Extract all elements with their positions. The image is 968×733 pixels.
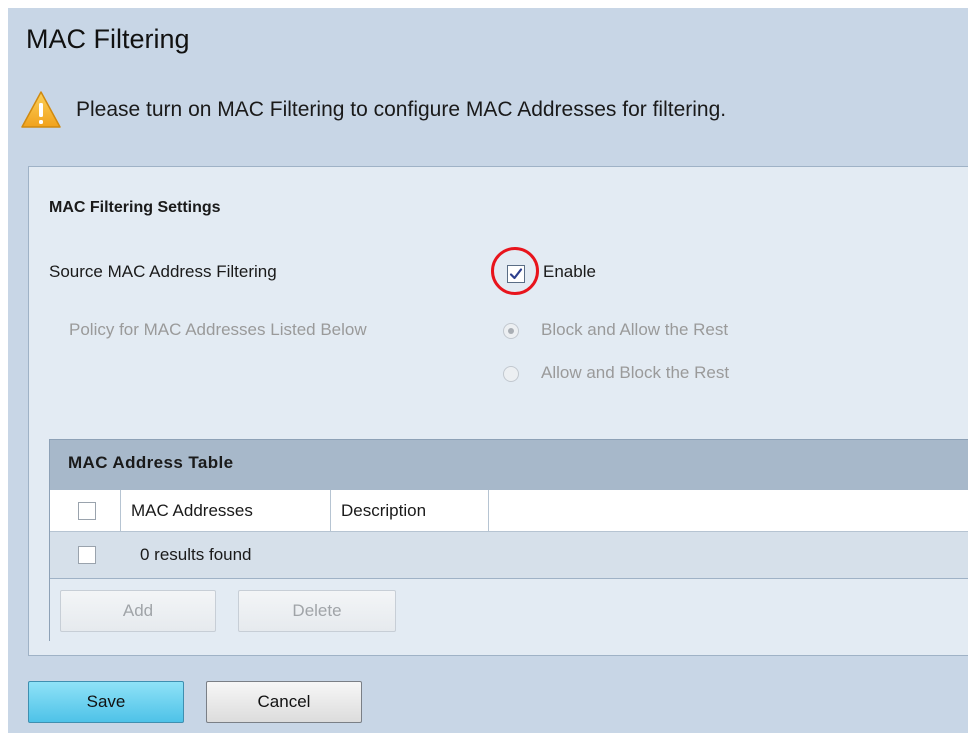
column-description[interactable]: Description [331,490,489,531]
page-container: MAC Filtering Please turn on MAC Filteri… [8,8,968,733]
warning-triangle-icon [21,91,61,128]
table-row: 0 results found [50,532,968,579]
column-mac-addresses-label: MAC Addresses [131,501,253,520]
highlight-ring [491,247,539,295]
table-caption: MAC Address Table [50,440,968,490]
empty-results-text: 0 results found [140,545,252,564]
radio-selected-dot [508,328,514,334]
add-button[interactable]: Add [60,590,216,632]
policy-radio-allow[interactable] [503,366,519,382]
select-all-cell [50,490,121,531]
policy-option-allow-label: Allow and Block the Rest [541,363,730,382]
enable-label: Enable [543,262,596,281]
warning-message: Please turn on MAC Filtering to configur… [76,98,727,121]
settings-heading: MAC Filtering Settings [49,199,221,216]
page-title: MAC Filtering [26,24,190,54]
table-caption-text: MAC Address Table [68,453,234,472]
policy-radio-block[interactable] [503,323,519,339]
column-mac-addresses[interactable]: MAC Addresses [121,490,331,531]
warning-banner: Please turn on MAC Filtering to configur… [20,88,726,132]
table-button-row: Add Delete [50,579,968,642]
column-description-label: Description [341,501,427,520]
policy-option-block-label: Block and Allow the Rest [541,320,729,339]
row-checkbox[interactable] [78,546,96,564]
table-header-row: MAC Addresses Description [50,490,968,532]
mac-address-table: MAC Address Table MAC Addresses Descript… [49,439,968,642]
source-mac-filter-label: Source MAC Address Filtering [49,262,277,281]
select-all-checkbox[interactable] [78,502,96,520]
mac-filtering-settings-panel: MAC Filtering Settings Source MAC Addres… [28,166,968,656]
cancel-button[interactable]: Cancel [206,681,362,723]
policy-label: Policy for MAC Addresses Listed Below [69,320,367,339]
delete-button[interactable]: Delete [238,590,396,632]
save-button[interactable]: Save [28,681,184,723]
